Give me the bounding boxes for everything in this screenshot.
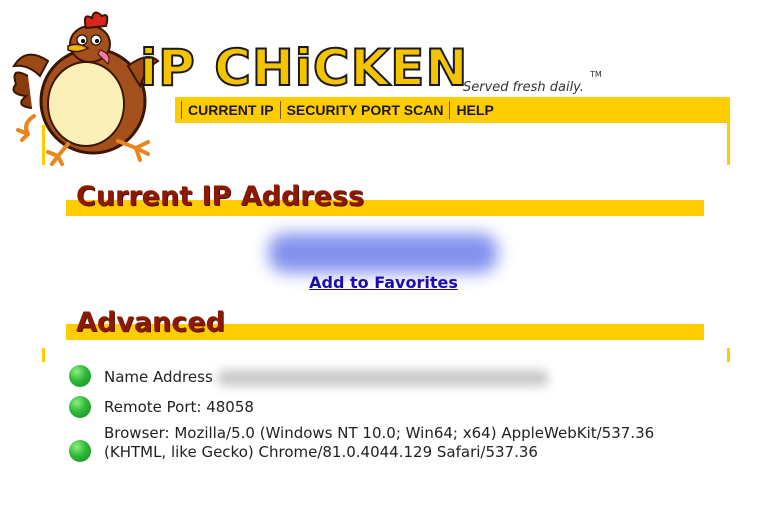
remote-port-row: Remote Port: 48058 <box>104 398 254 416</box>
status-dot-icon <box>69 440 91 462</box>
nav-current-ip[interactable]: CURRENT IP <box>188 102 274 118</box>
frame-rail-right <box>727 348 730 362</box>
site-logo-text[interactable]: iP CHiCKEN <box>139 38 468 98</box>
advanced-heading: Advanced <box>76 307 225 338</box>
current-ip-heading: Current IP Address <box>76 181 365 212</box>
frame-rail-right <box>727 123 730 165</box>
name-address-row: Name Address <box>104 368 548 387</box>
nav-separator <box>279 101 281 119</box>
frame-rail-left <box>42 125 45 165</box>
main-nav: CURRENT IP SECURITY PORT SCAN HELP <box>175 97 730 123</box>
nav-separator <box>449 101 451 119</box>
status-dot-icon <box>69 396 91 418</box>
nav-security-port-scan[interactable]: SECURITY PORT SCAN <box>287 102 444 118</box>
name-address-value <box>217 369 548 386</box>
nav-separator <box>181 101 182 119</box>
status-dot-icon <box>69 365 91 387</box>
page: iP CHiCKEN Served fresh daily. TM CURREN… <box>0 0 767 525</box>
frame-rail-left <box>42 348 45 362</box>
site-tagline: Served fresh daily. <box>463 80 584 95</box>
name-address-label: Name Address <box>104 368 213 386</box>
ip-address-value <box>268 233 498 273</box>
trademark-mark: TM <box>590 70 602 79</box>
add-to-favorites-link[interactable]: Add to Favorites <box>0 273 767 292</box>
browser-row: Browser: Mozilla/5.0 (Windows NT 10.0; W… <box>104 424 655 461</box>
nav-help[interactable]: HELP <box>456 102 493 118</box>
